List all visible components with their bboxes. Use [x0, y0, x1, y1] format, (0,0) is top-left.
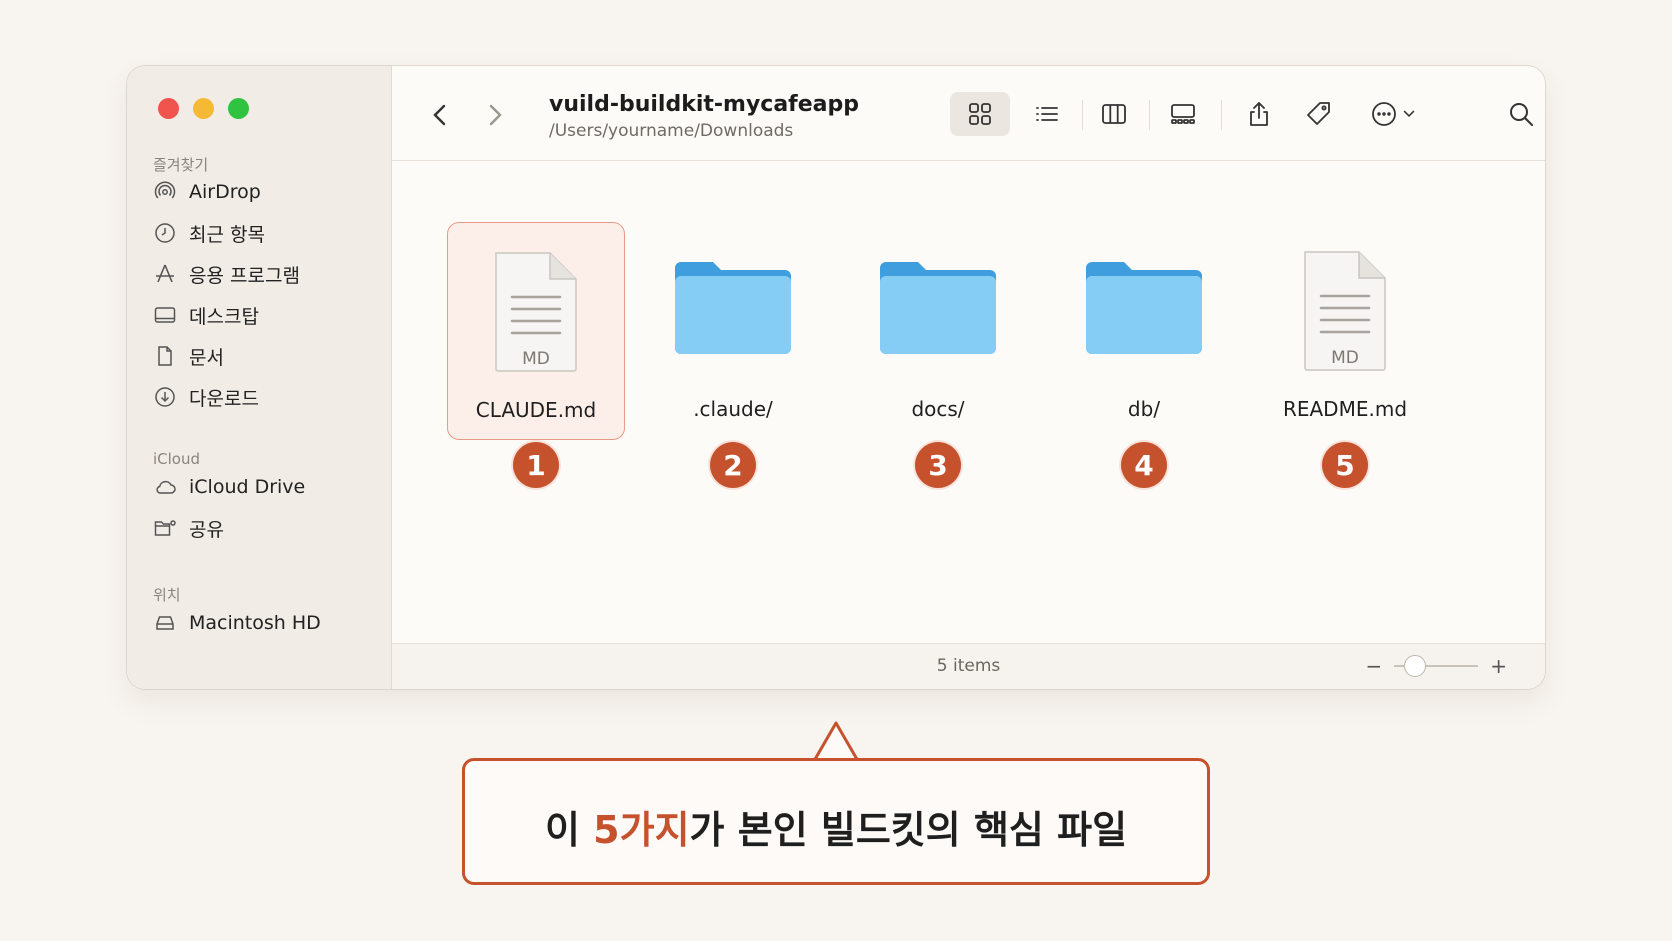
applications-icon	[156, 264, 174, 283]
file-name: README.md	[1282, 397, 1408, 421]
folder-icon	[675, 262, 791, 354]
sidebar-item-label: 응용 프로그램	[189, 264, 300, 287]
sidebar-item-label: 데스크탑	[189, 305, 259, 328]
shared-folder-icon	[154, 520, 176, 536]
zoom-window-button[interactable]	[228, 98, 249, 119]
search-button[interactable]	[1496, 92, 1545, 136]
share-icon	[1250, 102, 1268, 126]
file-item-claude-folder[interactable]: .claude/	[644, 222, 822, 440]
callout-highlight: 5가지	[593, 808, 690, 852]
sidebar-item-label: Macintosh HD	[189, 612, 321, 634]
callout-prefix: 이	[544, 808, 594, 852]
chevron-down-icon	[1403, 110, 1415, 118]
clock-icon	[155, 223, 175, 243]
sidebar-item-macintosh-hd[interactable]: Macintosh HD	[153, 608, 321, 638]
sidebar-item-downloads[interactable]: 다운로드	[153, 382, 259, 412]
sidebar-item-recents[interactable]: 최근 항목	[153, 218, 265, 248]
file-item-db-folder[interactable]: db/	[1055, 222, 1233, 440]
file-name: .claude/	[693, 397, 773, 421]
icon-size-slider[interactable]: − +	[1365, 654, 1507, 678]
file-type-tag: MD	[1331, 348, 1359, 368]
close-window-button[interactable]	[158, 98, 179, 119]
file-item-readme-md[interactable]: MD README.md	[1256, 222, 1434, 440]
forward-icon[interactable]	[481, 100, 509, 130]
tag-icon	[1307, 102, 1330, 125]
grid-icon	[969, 103, 991, 125]
sidebar-item-applications[interactable]: 응용 프로그램	[153, 259, 300, 289]
finder-window: 즐겨찾기 AirDrop 최근 항목 응용 프로그램 데스크탑 문서 다운로드 …	[127, 66, 1545, 689]
number-badge: 5	[1322, 442, 1368, 488]
minimize-window-button[interactable]	[193, 98, 214, 119]
column-view-button[interactable]	[1089, 92, 1139, 136]
icon-view-button[interactable]	[950, 92, 1010, 136]
zoom-in-icon[interactable]: +	[1490, 654, 1507, 678]
number-badge: 3	[915, 442, 961, 488]
list-icon	[1036, 107, 1058, 121]
cloud-icon	[156, 480, 176, 494]
window-path: /Users/yourname/Downloads	[549, 121, 794, 141]
sidebar-item-label: AirDrop	[189, 181, 261, 203]
toolbar: vuild-buildkit-mycafeapp /Users/yourname…	[392, 66, 1545, 161]
gallery-icon	[1171, 104, 1195, 124]
file-item-docs-folder[interactable]: docs/	[849, 222, 1027, 440]
main-pane: vuild-buildkit-mycafeapp /Users/yourname…	[392, 66, 1545, 689]
number-badge: 1	[513, 442, 559, 488]
sidebar: 즐겨찾기 AirDrop 최근 항목 응용 프로그램 데스크탑 문서 다운로드 …	[127, 66, 392, 689]
callout-suffix: 가 본인 빌드킷의 핵심 파일	[689, 808, 1128, 852]
list-view-button[interactable]	[1022, 92, 1072, 136]
sidebar-item-desktop[interactable]: 데스크탑	[153, 300, 259, 330]
callout-text: 이 5가지가 본인 빌드킷의 핵심 파일	[465, 799, 1207, 854]
callout-box: 이 5가지가 본인 빌드킷의 핵심 파일	[462, 758, 1210, 885]
sidebar-section-icloud: iCloud	[153, 450, 201, 468]
folder-icon	[880, 262, 996, 354]
sidebar-item-label: 문서	[189, 346, 224, 369]
tag-button[interactable]	[1294, 92, 1344, 136]
sidebar-item-airdrop[interactable]: AirDrop	[153, 177, 261, 207]
folder-icon	[1086, 262, 1202, 354]
gallery-view-button[interactable]	[1156, 92, 1210, 136]
share-button[interactable]	[1234, 92, 1284, 136]
number-badge: 4	[1121, 442, 1167, 488]
sidebar-item-label: 다운로드	[189, 387, 259, 410]
file-name: db/	[1127, 397, 1161, 421]
airdrop-icon	[154, 181, 176, 199]
more-actions-button[interactable]	[1354, 92, 1434, 136]
hard-drive-icon	[156, 616, 174, 630]
file-name: docs/	[911, 397, 965, 421]
file-name: CLAUDE.md	[475, 398, 597, 422]
file-type-tag: MD	[522, 349, 550, 369]
sidebar-item-label: 최근 항목	[189, 223, 265, 246]
sidebar-item-label: 공유	[189, 518, 224, 541]
window-title: vuild-buildkit-mycafeapp	[549, 92, 860, 117]
columns-icon	[1102, 104, 1126, 124]
sidebar-item-shared[interactable]: 공유	[153, 513, 224, 543]
number-badge: 2	[710, 442, 756, 488]
zoom-out-icon[interactable]: −	[1365, 654, 1382, 678]
back-icon[interactable]	[426, 100, 454, 130]
window-controls	[158, 98, 249, 119]
download-icon	[155, 387, 175, 407]
file-grid: MD CLAUDE.md .claude/ docs/ db/ MD READM…	[392, 162, 1545, 643]
sidebar-item-icloud-drive[interactable]: iCloud Drive	[153, 472, 305, 502]
sidebar-item-label: iCloud Drive	[189, 476, 306, 498]
desktop-icon	[154, 307, 176, 323]
document-icon	[158, 346, 172, 366]
sidebar-item-documents[interactable]: 문서	[153, 341, 224, 371]
zoom-thumb[interactable]	[1404, 655, 1427, 677]
ellipsis-circle-icon	[1372, 102, 1396, 126]
callout-pointer	[812, 721, 860, 763]
zoom-track[interactable]	[1394, 655, 1479, 677]
file-item-claude-md[interactable]: MD CLAUDE.md	[447, 222, 625, 440]
sidebar-section-favorites: 즐겨찾기	[153, 156, 209, 174]
status-bar: 5 items − +	[392, 643, 1545, 689]
search-icon	[1510, 103, 1533, 126]
sidebar-section-locations: 위치	[153, 586, 181, 604]
